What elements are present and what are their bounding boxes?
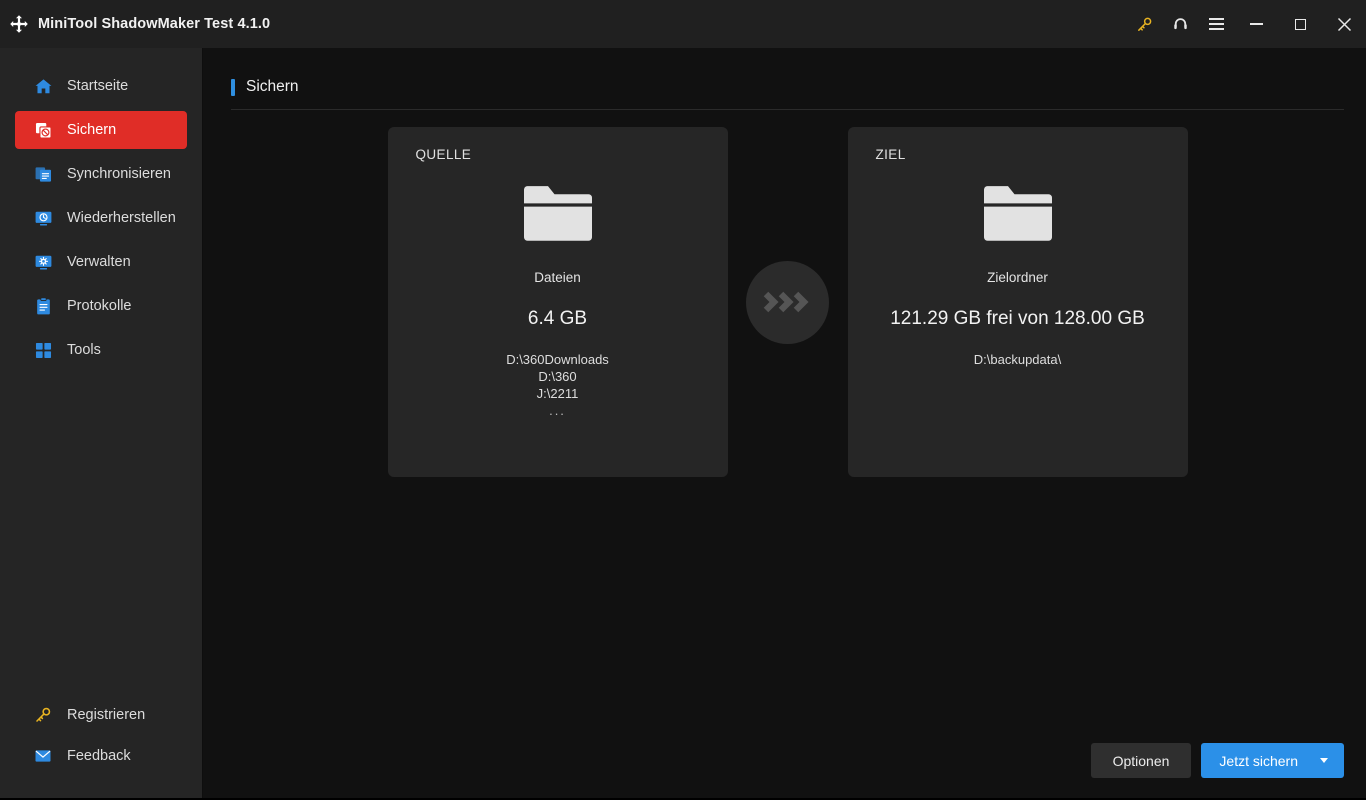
source-path: D:\360 — [538, 369, 577, 384]
backup-icon — [33, 120, 53, 140]
hamburger-menu-icon[interactable] — [1198, 0, 1234, 48]
triple-chevron-right-icon — [746, 260, 829, 344]
sidebar-item-verwalten[interactable]: Verwalten — [15, 243, 187, 281]
tools-icon — [33, 340, 53, 360]
sidebar-item-synchronisieren[interactable]: Synchronisieren — [15, 155, 187, 193]
home-icon — [33, 76, 53, 96]
sidebar-item-feedback[interactable]: Feedback — [15, 737, 187, 775]
window-controls — [1126, 0, 1366, 48]
sync-icon — [33, 164, 53, 184]
destination-capacity: 121.29 GB frei von 128.00 GB — [890, 308, 1145, 329]
backup-cards-row: QUELLE Dateien 6.4 GB D:\360Downloads D:… — [203, 127, 1366, 477]
destination-card[interactable]: ZIEL Zielordner 121.29 GB frei von 128.0… — [847, 127, 1188, 477]
source-type: Dateien — [534, 270, 581, 285]
action-bar: Optionen Jetzt sichern — [1090, 743, 1344, 778]
source-card[interactable]: QUELLE Dateien 6.4 GB D:\360Downloads D:… — [387, 127, 728, 477]
page-title: Sichern — [246, 78, 299, 95]
folder-icon — [522, 181, 594, 250]
sidebar-item-label: Startseite — [67, 77, 129, 94]
sidebar-item-startseite[interactable]: Startseite — [15, 67, 187, 105]
sidebar-bottom-group: Registrieren Feedback — [0, 693, 202, 798]
title-bar: MiniTool ShadowMaker Test 4.1.0 — [0, 0, 1366, 48]
options-button[interactable]: Optionen — [1090, 743, 1192, 778]
application-window: MiniTool ShadowMaker Test 4.1.0 Startsei… — [0, 0, 1366, 800]
page-header: Sichern — [203, 48, 1366, 96]
mail-icon — [33, 746, 53, 766]
backup-now-button[interactable]: Jetzt sichern — [1201, 743, 1344, 778]
source-card-label: QUELLE — [415, 147, 472, 162]
sidebar-item-label: Sichern — [67, 121, 117, 138]
source-path: D:\360Downloads — [506, 352, 609, 367]
sidebar-item-sichern[interactable]: Sichern — [15, 111, 187, 149]
source-path-list: D:\360Downloads D:\360 J:\2211 ... — [506, 351, 609, 419]
sidebar-item-label: Verwalten — [67, 253, 131, 270]
destination-type: Zielordner — [987, 270, 1048, 285]
source-path-more: ... — [549, 403, 566, 418]
restore-icon — [33, 208, 53, 228]
sidebar-item-label: Registrieren — [67, 706, 146, 723]
minimize-icon[interactable] — [1234, 0, 1278, 48]
app-logo-icon — [8, 13, 30, 35]
caret-down-icon[interactable] — [1320, 758, 1328, 763]
logs-icon — [33, 296, 53, 316]
close-icon[interactable] — [1322, 0, 1366, 48]
sidebar: Startseite Sichern Synchronisieren Wiede… — [0, 48, 203, 798]
key-icon — [33, 705, 53, 725]
destination-path: D:\backupdata\ — [973, 352, 1062, 367]
sidebar-item-label: Protokolle — [67, 297, 132, 314]
header-divider — [231, 109, 1344, 110]
sidebar-item-registrieren[interactable]: Registrieren — [15, 696, 187, 734]
source-path: J:\2211 — [536, 386, 579, 401]
backup-now-label: Jetzt sichern — [1219, 752, 1298, 769]
manage-icon — [33, 252, 53, 272]
main-content: Sichern QUELLE Dateien 6.4 GB D:\360Down… — [203, 48, 1366, 798]
destination-card-content: Zielordner 121.29 GB frei von 128.00 GB … — [848, 175, 1188, 368]
maximize-icon[interactable] — [1278, 0, 1322, 48]
source-card-content: Dateien 6.4 GB D:\360Downloads D:\360 J:… — [388, 175, 728, 419]
transfer-arrow-wrap — [728, 260, 848, 344]
sidebar-item-wiederherstellen[interactable]: Wiederherstellen — [15, 199, 187, 237]
headset-icon[interactable] — [1162, 0, 1198, 48]
source-size: 6.4 GB — [527, 308, 588, 329]
key-icon[interactable] — [1126, 0, 1162, 48]
sidebar-item-tools[interactable]: Tools — [15, 331, 187, 369]
destination-card-label: ZIEL — [875, 147, 906, 162]
sidebar-item-label: Feedback — [67, 747, 131, 764]
destination-path-list: D:\backupdata\ — [974, 351, 1061, 368]
sidebar-item-label: Tools — [67, 341, 101, 358]
sidebar-item-protokolle[interactable]: Protokolle — [15, 287, 187, 325]
folder-icon — [982, 181, 1054, 250]
window-title: MiniTool ShadowMaker Test 4.1.0 — [38, 16, 271, 32]
sidebar-item-label: Synchronisieren — [67, 165, 171, 182]
sidebar-item-label: Wiederherstellen — [67, 209, 176, 226]
header-accent-bar — [231, 78, 235, 96]
